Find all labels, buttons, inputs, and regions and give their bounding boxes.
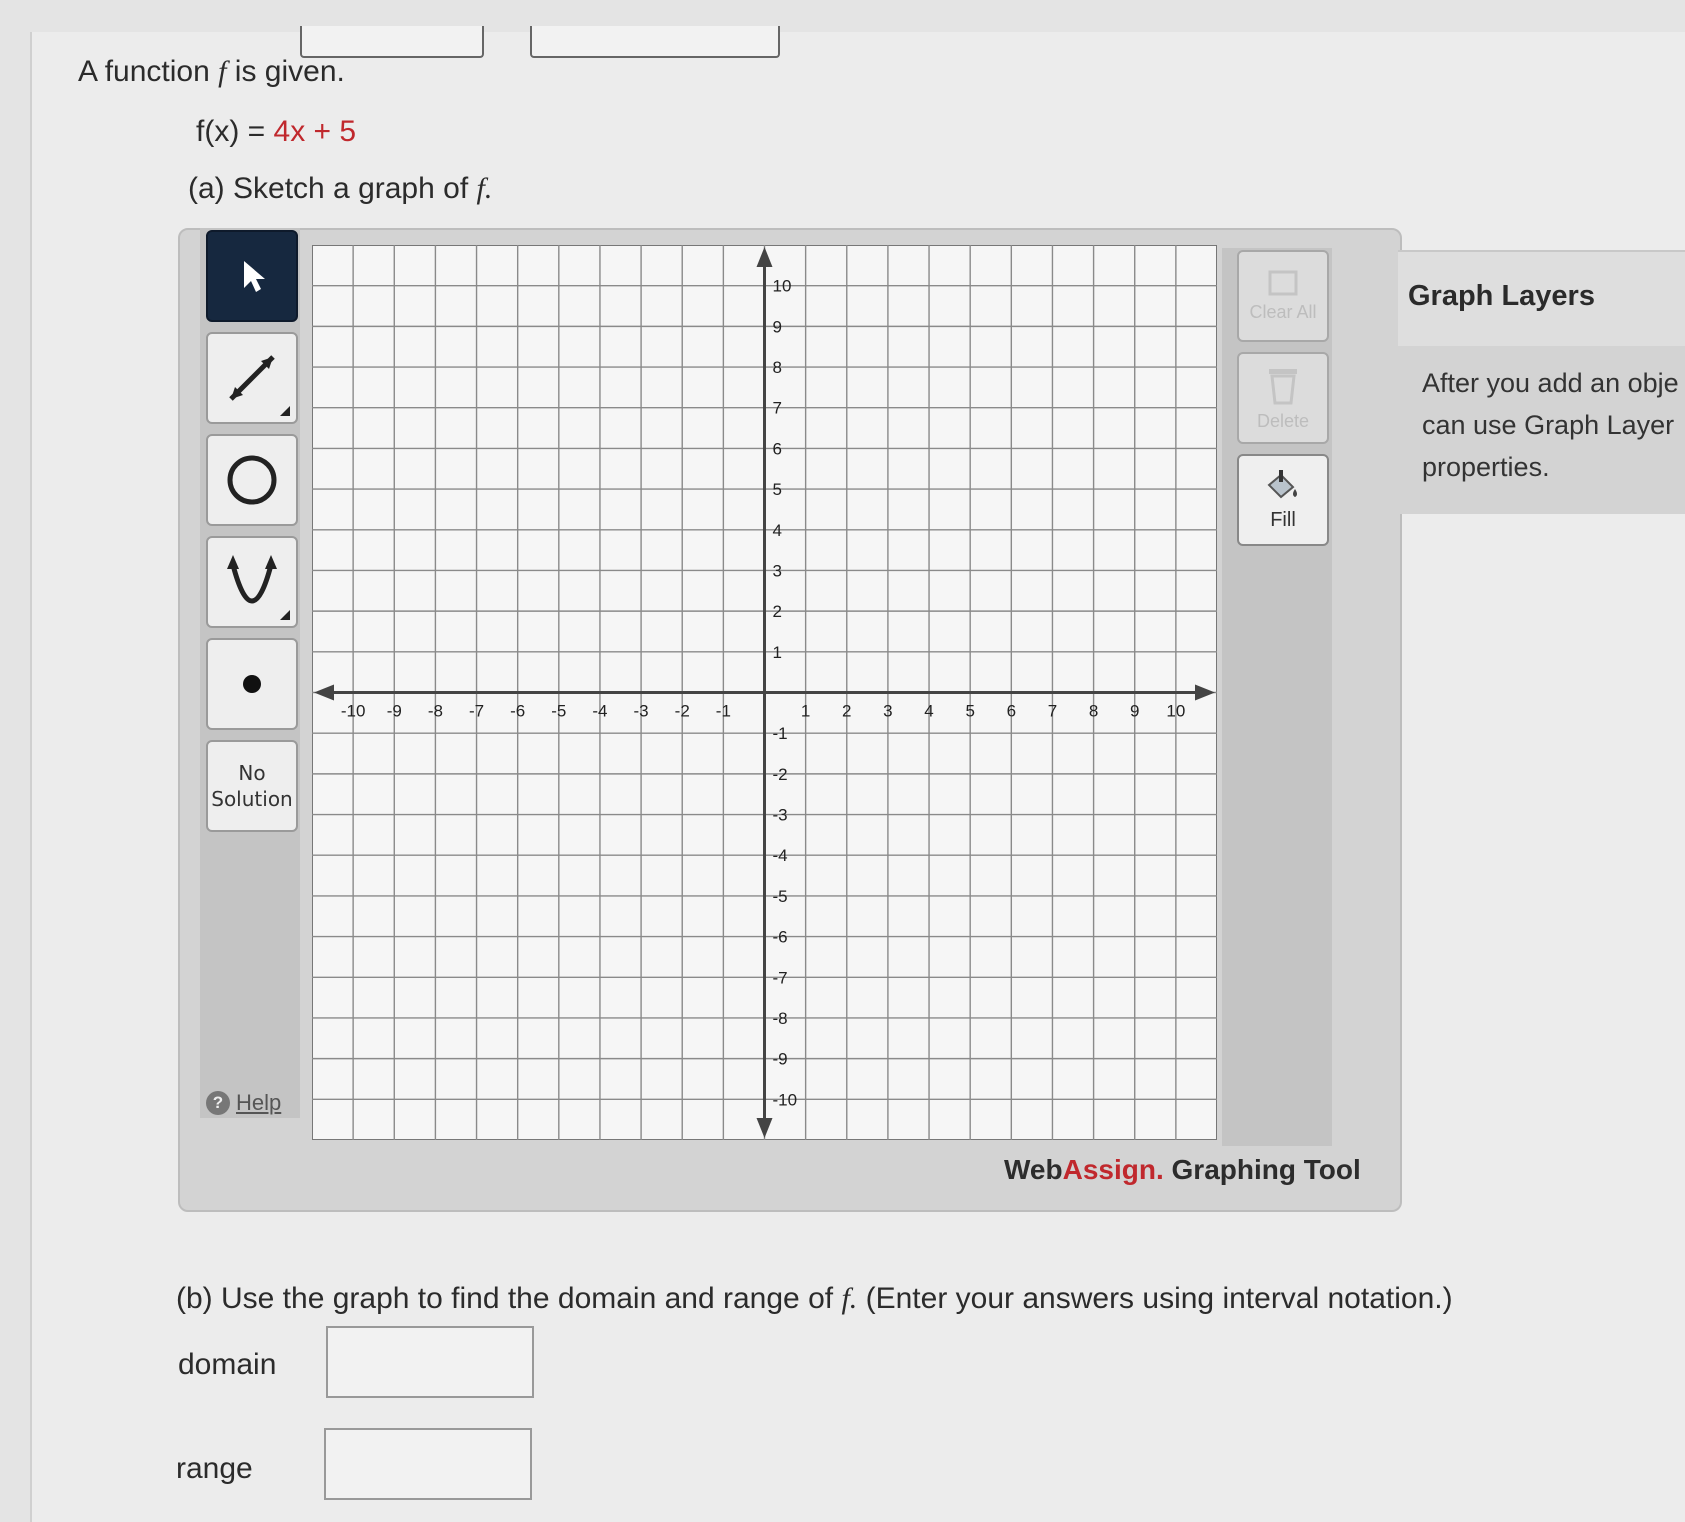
webassign-brand: WebAssign. Graphing Tool [1004, 1154, 1361, 1185]
y-tick-label: 1 [773, 643, 782, 662]
y-tick-label: 3 [773, 561, 782, 580]
y-tick-label: -7 [773, 968, 788, 987]
x-tick-label: -2 [675, 702, 690, 721]
paint-bucket-icon [1267, 469, 1297, 498]
x-tick-label: -4 [592, 702, 607, 721]
y-tick-label: 5 [773, 480, 782, 499]
domain-label: domain [178, 1348, 277, 1381]
x-tick-label: -1 [716, 702, 731, 721]
parabola-icon [227, 555, 277, 604]
x-tick-label: 2 [842, 702, 851, 721]
fill-button[interactable]: Fill [1237, 454, 1329, 546]
submenu-indicator [280, 406, 290, 416]
y-tick-label: -6 [773, 928, 788, 947]
x-tick-label: 1 [801, 702, 810, 721]
part-b-text: (b) Use the graph to find the domain and… [176, 1282, 1453, 1315]
x-tick-label: 9 [1130, 702, 1139, 721]
pointer-icon [244, 261, 265, 292]
clear-all-label: Clear All [1249, 301, 1317, 322]
y-tick-label: 8 [773, 358, 782, 377]
top-input-box[interactable] [530, 26, 780, 58]
range-label: range [176, 1452, 253, 1485]
y-tick-label: -9 [773, 1050, 788, 1069]
y-tick-label: -1 [773, 724, 788, 743]
line-tool-button[interactable] [206, 332, 298, 424]
top-input-box[interactable] [300, 26, 484, 58]
range-input[interactable] [324, 1428, 532, 1500]
x-tick-label: 3 [883, 702, 892, 721]
delete-label: Delete [1256, 410, 1310, 431]
x-tick-label: -8 [428, 702, 443, 721]
y-tick-label: 10 [773, 277, 792, 296]
x-tick-label: -6 [510, 702, 525, 721]
graph-layers-text: properties. [1422, 452, 1550, 482]
y-tick-label: -3 [773, 806, 788, 825]
y-tick-label: -5 [773, 887, 788, 906]
x-tick-label: 7 [1048, 702, 1057, 721]
graph-layers-panel: After you add an obje can use Graph Laye… [1392, 346, 1685, 514]
x-tick-label: 6 [1007, 702, 1016, 721]
fill-label: Fill [1270, 508, 1296, 531]
y-tick-label: -2 [773, 765, 788, 784]
parabola-tool-button[interactable] [206, 536, 298, 628]
x-tick-label: -7 [469, 702, 484, 721]
y-tick-label: 7 [773, 399, 782, 418]
intro-text: A function f is given. [78, 55, 345, 88]
y-tick-label: -4 [773, 846, 788, 865]
circle-tool-button[interactable] [206, 434, 298, 526]
trash-icon [1269, 368, 1297, 404]
x-tick-label: -9 [387, 702, 402, 721]
function-definition: f(x) = 4x + 5 [196, 115, 357, 148]
pointer-tool-button[interactable] [206, 230, 298, 322]
delete-button[interactable]: Delete [1237, 352, 1329, 444]
help-link[interactable]: ? Help [206, 1090, 281, 1116]
graph-layers-text: can use Graph Layer [1422, 410, 1675, 440]
y-tick-label: -8 [773, 1009, 788, 1028]
x-tick-label: 8 [1089, 702, 1098, 721]
clear-all-button[interactable]: Clear All [1237, 250, 1329, 342]
no-solution-label: No Solution [211, 761, 293, 811]
graph-layers-text: After you add an obje [1422, 368, 1679, 398]
no-solution-button[interactable]: No Solution [206, 740, 298, 832]
line-icon [229, 355, 275, 401]
circle-icon [227, 455, 277, 505]
y-tick-label: 2 [773, 602, 782, 621]
x-tick-label: 4 [924, 702, 933, 721]
y-tick-label: 9 [773, 317, 782, 336]
help-icon: ? [206, 1091, 230, 1115]
help-label: Help [236, 1090, 282, 1115]
x-tick-label: -10 [341, 702, 366, 721]
y-tick-label: 6 [773, 439, 782, 458]
point-tool-button[interactable] [206, 638, 298, 730]
y-tick-label: -10 [773, 1090, 798, 1109]
submenu-indicator [280, 610, 290, 620]
coordinate-grid[interactable]: -10 -9 -8 -7 -6 -5 -4 -3 -2 -1 1 2 3 4 5 6 7 8 9 10 10 9 8 7 6 5 4… [312, 245, 1217, 1140]
graph-layers-title: Graph Layers [1408, 280, 1595, 312]
x-tick-label: -5 [551, 702, 566, 721]
x-tick-label: -3 [634, 702, 649, 721]
x-tick-label: 10 [1166, 702, 1185, 721]
y-tick-label: 4 [773, 521, 782, 540]
domain-input[interactable] [326, 1326, 534, 1398]
part-a-text: (a) Sketch a graph of f. [188, 172, 493, 205]
x-tick-label: 5 [965, 702, 974, 721]
graph-layers-header[interactable]: Graph Layers [1398, 250, 1685, 348]
clear-icon [1268, 270, 1298, 295]
point-icon [243, 675, 261, 693]
